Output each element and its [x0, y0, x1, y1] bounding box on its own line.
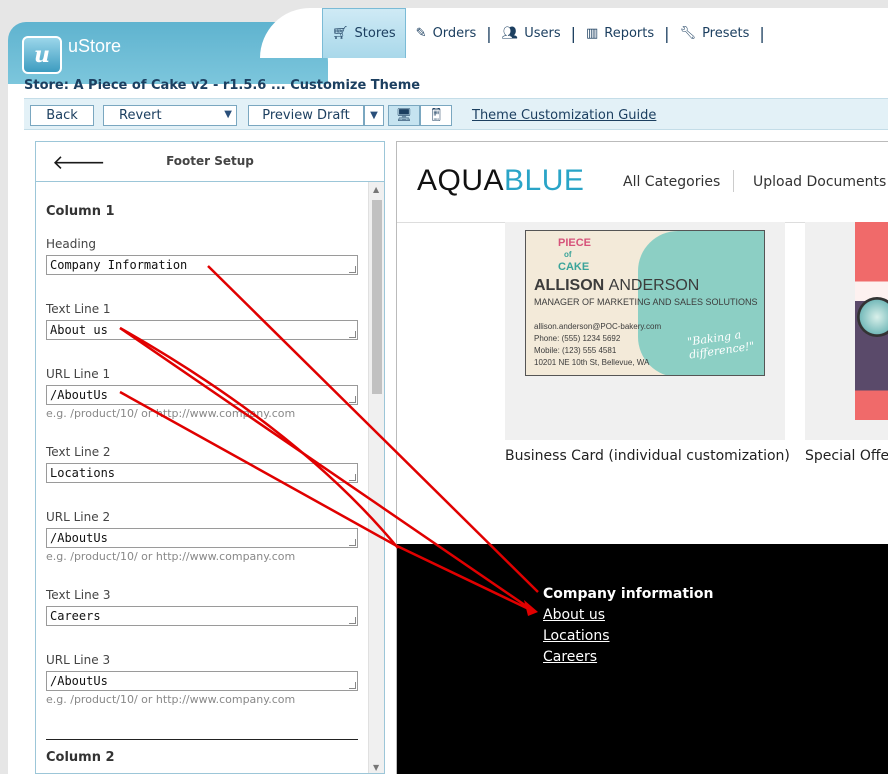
logo-piece: PIECE — [558, 237, 592, 249]
text-line-1-input[interactable]: About us — [46, 320, 358, 340]
brand-blue: BLUE — [504, 164, 585, 197]
back-button[interactable]: Back — [30, 105, 94, 126]
scroll-thumb[interactable] — [372, 200, 382, 394]
nav-separator: | — [759, 23, 765, 43]
text-line-2-label: Text Line 2 — [46, 445, 111, 459]
preview-nav-separator — [733, 170, 734, 192]
logo-of: of — [564, 250, 572, 259]
users-icon: 👥︎ — [501, 25, 519, 41]
product-caption-special-offer[interactable]: Special Offer — [805, 448, 888, 464]
cart-icon: 🛒︎ — [332, 26, 349, 41]
desktop-view-icon[interactable]: 🖥︎ — [388, 105, 420, 126]
url-line-3-hint: e.g. /product/10/ or http://www.company.… — [46, 693, 296, 706]
nav-reports-label: Reports — [604, 25, 655, 41]
brand-dark: AQUA — [417, 164, 505, 197]
url-line-3-input[interactable]: /AboutUs — [46, 671, 358, 691]
nav-users-label: Users — [524, 25, 561, 41]
text-line-3-input[interactable]: Careers — [46, 606, 358, 626]
card-mobile: Mobile: (123) 555 4581 — [534, 346, 617, 355]
url-line-2-hint: e.g. /product/10/ or http://www.company.… — [46, 550, 296, 563]
logo-cake: CAKE — [558, 261, 590, 273]
nav-orders-label: Orders — [432, 25, 477, 41]
toolbar: Back Revert ▼ Preview Draft ▼ 🖥︎ 📱︎ Them… — [24, 98, 888, 130]
theme-guide-link[interactable]: Theme Customization Guide — [472, 108, 656, 123]
heading-input[interactable]: Company Information — [46, 255, 358, 275]
column-2-heading: Column 2 — [46, 750, 115, 765]
card-last-name: ANDERSON — [608, 277, 700, 294]
column-1-heading: Column 1 — [46, 204, 115, 219]
url-line-2-label: URL Line 2 — [46, 510, 111, 524]
card-address: 10201 NE 10th St, Bellevue, WA — [534, 358, 650, 367]
column-divider — [46, 739, 358, 740]
store-title: Store: A Piece of Cake v2 - r1.5.6 ... C… — [24, 78, 421, 93]
preview-footer: Company information About us Locations C… — [397, 544, 888, 774]
footer-link-about-us[interactable]: About us — [543, 607, 605, 623]
store-brand-logo[interactable]: AQUABLUE — [417, 164, 584, 198]
text-line-3-label: Text Line 3 — [46, 588, 111, 602]
url-line-1-hint: e.g. /product/10/ or http://www.company.… — [46, 407, 296, 420]
scroll-up-icon[interactable]: ▲ — [373, 185, 379, 194]
url-line-3-label: URL Line 3 — [46, 653, 111, 667]
orders-icon: ✎ — [415, 25, 427, 41]
business-card-thumbnail[interactable]: PIECE of CAKE ALLISON ANDERSON MANAGER O… — [525, 230, 765, 376]
dropdown-arrow-icon: ▼ — [224, 109, 232, 120]
panel-header: 🡐 Footer Setup — [36, 142, 384, 182]
app-window: u uStore 🛒︎ Stores ✎ Orders | 👥︎ Users |… — [0, 0, 888, 774]
panel-scrollbar[interactable]: ▲ ▼ — [368, 182, 384, 773]
footer-heading: Company information — [543, 586, 714, 602]
text-line-2-input[interactable]: Locations — [46, 463, 358, 483]
panel-title: Footer Setup — [166, 154, 254, 168]
nav-stores[interactable]: 🛒︎ Stores — [322, 8, 406, 58]
card-phone: Phone: (555) 1234 5692 — [534, 334, 621, 343]
preview-nav-upload-documents[interactable]: Upload Documents — [753, 174, 886, 190]
preview-draft-button[interactable]: Preview Draft — [248, 105, 364, 126]
revert-label: Revert — [119, 108, 162, 123]
reports-icon: ▥ — [585, 25, 599, 41]
url-line-1-input[interactable]: /AboutUs — [46, 385, 358, 405]
footer-setup-panel: 🡐 Footer Setup Column 1 Heading Company … — [35, 141, 385, 774]
wrench-icon: 🔧︎ — [679, 25, 697, 41]
product-caption-business-card[interactable]: Business Card (individual customization) — [505, 448, 790, 464]
preview-draft-menu-icon[interactable]: ▼ — [364, 105, 384, 126]
app-name: uStore — [68, 36, 122, 56]
nav-reports[interactable]: ▥ Reports — [576, 8, 664, 58]
footer-link-careers[interactable]: Careers — [543, 649, 597, 665]
piece-of-cake-logo: PIECE of CAKE — [534, 237, 591, 273]
nav-presets[interactable]: 🔧︎ Presets — [670, 8, 760, 58]
scroll-down-icon[interactable]: ▼ — [373, 763, 379, 772]
card-first-name: ALLISON — [534, 277, 605, 294]
nav-users[interactable]: 👥︎ Users — [492, 8, 571, 58]
card-contact: allison.anderson@POC-bakery.com Phone: (… — [534, 321, 661, 369]
store-preview: AQUABLUE All Categories Upload Documents… — [396, 141, 888, 774]
revert-dropdown[interactable]: Revert ▼ — [103, 105, 237, 126]
preview-nav-all-categories[interactable]: All Categories — [623, 174, 720, 190]
panel-body: Column 1 Heading Company Information Tex… — [36, 182, 368, 773]
ustore-logo-icon[interactable]: u — [22, 36, 62, 74]
url-line-1-label: URL Line 1 — [46, 367, 111, 381]
card-role: MANAGER OF MARKETING AND SALES SOLUTIONS — [534, 297, 758, 307]
nav-stores-label: Stores — [354, 26, 396, 41]
mobile-view-icon[interactable]: 📱︎ — [420, 105, 452, 126]
main-nav: 🛒︎ Stores ✎ Orders | 👥︎ Users | ▥ Report… — [322, 8, 765, 58]
footer-link-locations[interactable]: Locations — [543, 628, 610, 644]
nav-presets-label: Presets — [702, 25, 750, 41]
logo-letter: u — [34, 42, 50, 68]
url-line-2-input[interactable]: /AboutUs — [46, 528, 358, 548]
card-name: ALLISON ANDERSON — [534, 277, 699, 295]
text-line-1-label: Text Line 1 — [46, 302, 111, 316]
nav-orders[interactable]: ✎ Orders — [406, 8, 487, 58]
heading-label: Heading — [46, 237, 96, 251]
card-email: allison.anderson@POC-bakery.com — [534, 322, 662, 331]
